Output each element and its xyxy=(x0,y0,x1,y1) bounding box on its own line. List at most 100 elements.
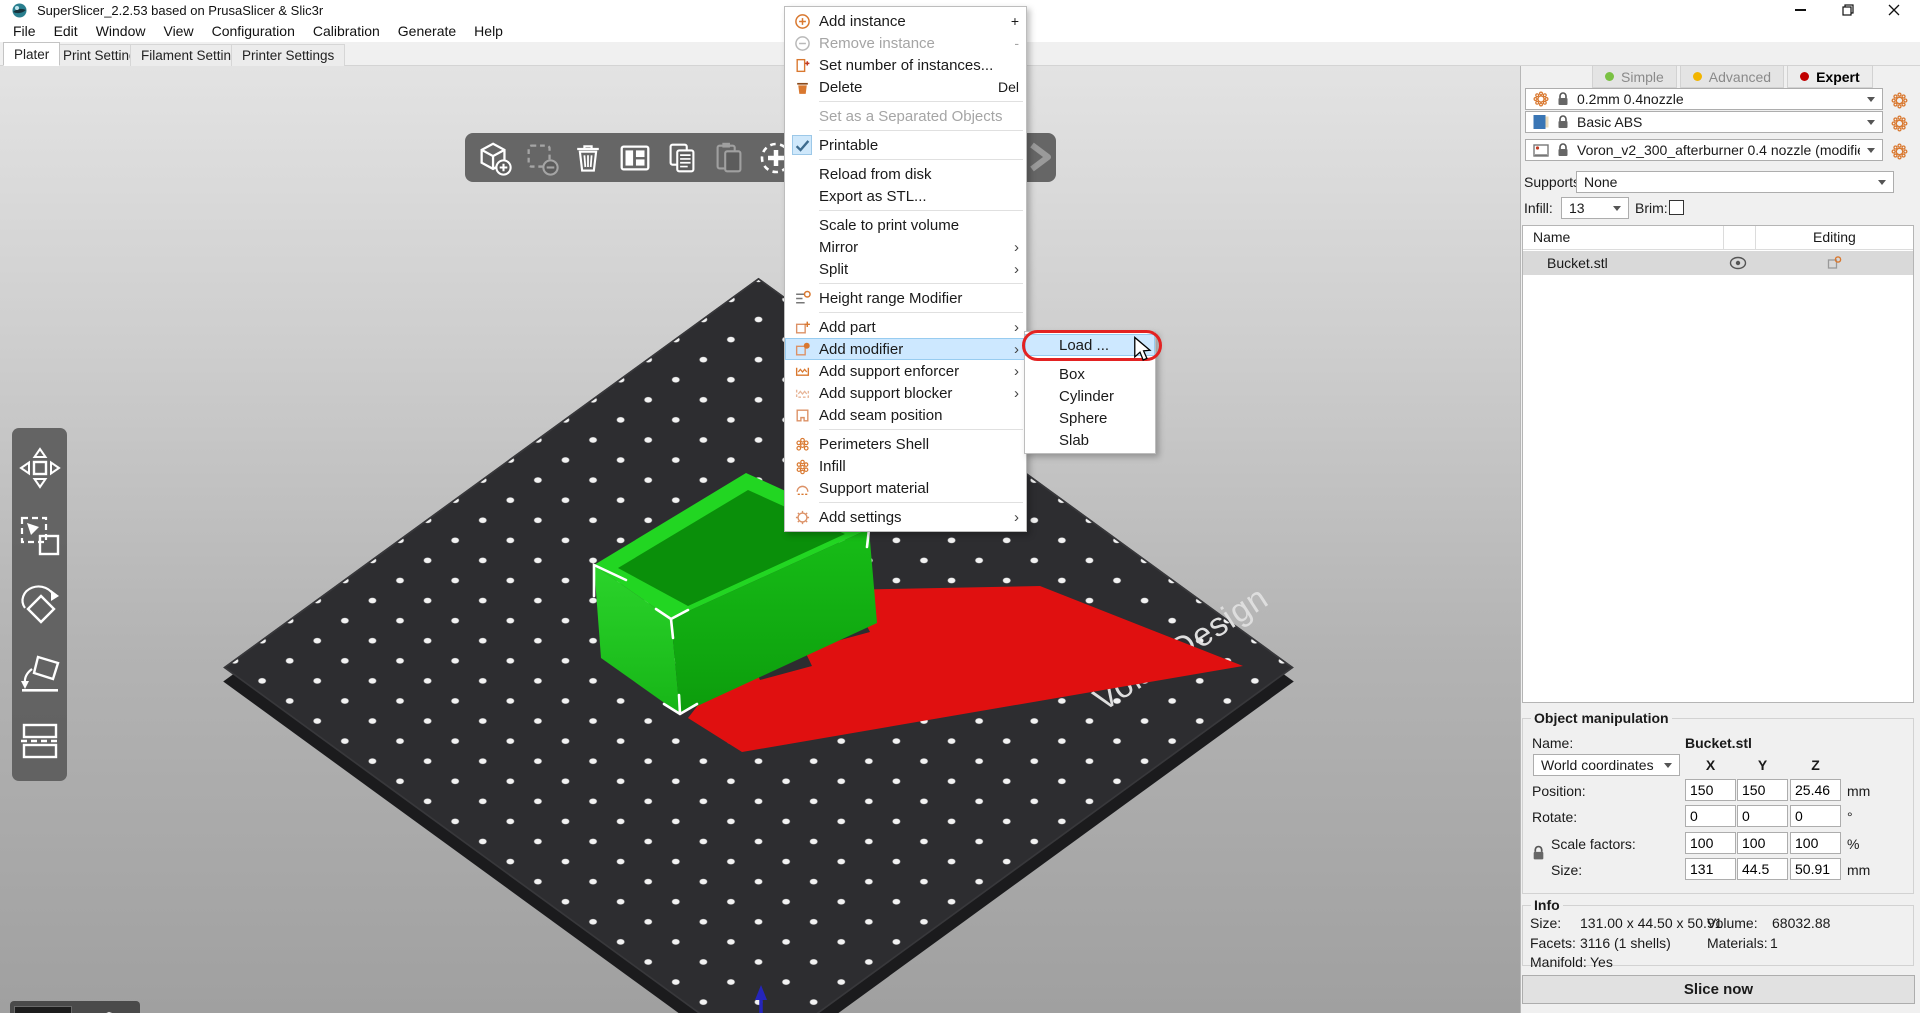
tab-printer-settings[interactable]: Printer Settings xyxy=(231,44,345,66)
size-x-field[interactable] xyxy=(1685,858,1736,880)
expert-mode-dot-icon xyxy=(1800,72,1809,81)
add-button[interactable] xyxy=(473,137,515,179)
scale-x-field[interactable] xyxy=(1685,832,1736,854)
menu-item-perimeters-shell[interactable]: Perimeters Shell xyxy=(785,433,1026,455)
menu-item-height-range-modifier[interactable]: Height range Modifier xyxy=(785,287,1026,309)
delete-all-button[interactable] xyxy=(567,137,609,179)
menu-edit[interactable]: Edit xyxy=(45,21,87,41)
menu-item-reload-from-disk[interactable]: Reload from disk xyxy=(785,163,1026,185)
menu-item-add-modifier[interactable]: Add modifier › xyxy=(785,338,1026,360)
right-sidebar: Simple Advanced Expert 0.2mm 0.4nozzle xyxy=(1520,66,1920,1013)
scale-y-field[interactable] xyxy=(1737,832,1788,854)
mode-expert-button[interactable]: Expert xyxy=(1787,65,1873,88)
object-list-header: Name Editing xyxy=(1523,226,1913,250)
size-info-value: 131.00 x 44.50 x 50.91 xyxy=(1580,915,1722,931)
size-y-field[interactable] xyxy=(1737,858,1788,880)
menu-help[interactable]: Help xyxy=(465,21,512,41)
printer-preset-select[interactable]: Voron_v2_300_afterburner 0.4 nozzle (mod… xyxy=(1525,139,1883,161)
remove-icon xyxy=(522,139,560,177)
rotate-y-field[interactable] xyxy=(1737,805,1788,827)
editor-view-button[interactable] xyxy=(14,1006,72,1013)
submenu-item-sphere[interactable]: Sphere xyxy=(1025,407,1155,429)
tab-plater[interactable]: Plater xyxy=(3,42,60,66)
scale-unit: % xyxy=(1847,836,1859,852)
position-z-field[interactable] xyxy=(1790,779,1841,801)
3d-viewport[interactable]: VoronDesign xyxy=(0,66,1520,1013)
menu-item-infill[interactable]: Infill xyxy=(785,455,1026,477)
menu-calibration[interactable]: Calibration xyxy=(304,21,389,41)
menu-item-scale-to-print-volume[interactable]: Scale to print volume xyxy=(785,214,1026,236)
chevron-down-icon xyxy=(1613,206,1621,211)
seam-icon xyxy=(785,407,819,424)
submenu-item-box[interactable]: Box xyxy=(1025,363,1155,385)
arrange-icon xyxy=(616,139,654,177)
preview-view-button[interactable] xyxy=(78,1006,136,1013)
printer-gear-button[interactable] xyxy=(1889,141,1909,161)
slice-now-button[interactable]: Slice now xyxy=(1522,975,1915,1004)
submenu-item-slab[interactable]: Slab xyxy=(1025,429,1155,451)
visibility-eye-icon[interactable] xyxy=(1729,256,1747,270)
menu-item-add-seam-position[interactable]: Add seam position xyxy=(785,404,1026,426)
menu-item-support-material[interactable]: Support material xyxy=(785,477,1026,499)
minimize-button[interactable] xyxy=(1778,0,1823,20)
remove-button[interactable] xyxy=(520,137,562,179)
superslicer-window: SuperSlicer_2.2.53 based on PrusaSlicer … xyxy=(0,0,1920,1013)
menu-generate[interactable]: Generate xyxy=(389,21,465,41)
scale-z-field[interactable] xyxy=(1790,832,1841,854)
menu-separator xyxy=(819,159,1023,160)
menu-item-mirror[interactable]: Mirror › xyxy=(785,236,1026,258)
menu-item-add-instance[interactable]: Add instance + xyxy=(785,10,1026,32)
menu-item-add-support-enforcer[interactable]: Add support enforcer › xyxy=(785,360,1026,382)
menu-file[interactable]: File xyxy=(4,21,45,41)
brim-checkbox[interactable] xyxy=(1669,200,1684,215)
menu-configuration[interactable]: Configuration xyxy=(203,21,304,41)
submenu-item-cylinder[interactable]: Cylinder xyxy=(1025,385,1155,407)
menu-item-split[interactable]: Split › xyxy=(785,258,1026,280)
close-button[interactable] xyxy=(1871,0,1916,20)
filament-gear-button[interactable] xyxy=(1889,113,1909,133)
mode-advanced-button[interactable]: Advanced xyxy=(1680,65,1784,88)
axis-x-header: X xyxy=(1685,757,1736,773)
menu-item-printable[interactable]: Printable xyxy=(785,134,1026,156)
mode-simple-button[interactable]: Simple xyxy=(1592,65,1677,88)
menu-item-export-as-stl[interactable]: Export as STL... xyxy=(785,185,1026,207)
infill-label: Infill: xyxy=(1524,200,1553,216)
rotate-tool-button[interactable] xyxy=(17,581,63,627)
editing-icon[interactable] xyxy=(1826,255,1842,271)
supports-select[interactable]: None xyxy=(1576,171,1894,193)
menu-item-set-instances[interactable]: Set number of instances... xyxy=(785,54,1026,76)
menu-item-add-part[interactable]: Add part › xyxy=(785,316,1026,338)
rotate-z-field[interactable] xyxy=(1790,805,1841,827)
chevron-down-icon xyxy=(1867,97,1875,102)
menu-window[interactable]: Window xyxy=(87,21,155,41)
menu-item-set-separated-objects[interactable]: Set as a Separated Objects xyxy=(785,105,1026,127)
uniform-scale-lock-icon[interactable] xyxy=(1531,844,1546,862)
size-z-field[interactable] xyxy=(1790,858,1841,880)
place-on-face-tool-button[interactable] xyxy=(17,650,63,696)
menu-item-add-support-blocker[interactable]: Add support blocker › xyxy=(785,382,1026,404)
rotate-x-field[interactable] xyxy=(1685,805,1736,827)
object-list: Name Editing Bucket.stl xyxy=(1522,225,1914,703)
cut-tool-button[interactable] xyxy=(17,718,63,764)
menu-item-add-settings[interactable]: Add settings › xyxy=(785,506,1026,528)
coordinates-select[interactable]: World coordinates xyxy=(1533,754,1680,776)
menu-item-delete[interactable]: Delete Del xyxy=(785,76,1026,98)
position-x-field[interactable] xyxy=(1685,779,1736,801)
support-blocker-icon xyxy=(785,385,819,402)
scale-tool-button[interactable] xyxy=(17,513,63,559)
arrange-button[interactable] xyxy=(614,137,656,179)
copy-button[interactable] xyxy=(661,137,703,179)
manifold-value: Yes xyxy=(1590,954,1613,970)
object-row-bucket[interactable]: Bucket.stl xyxy=(1523,251,1913,275)
move-tool-button[interactable] xyxy=(17,445,63,491)
menu-view[interactable]: View xyxy=(154,21,202,41)
filament-preset-select[interactable]: Basic ABS xyxy=(1525,111,1883,133)
paste-button[interactable] xyxy=(708,137,750,179)
maximize-button[interactable] xyxy=(1826,0,1871,20)
position-y-field[interactable] xyxy=(1737,779,1788,801)
infill-select[interactable]: 13 xyxy=(1561,197,1629,219)
print-settings-preset-select[interactable]: 0.2mm 0.4nozzle xyxy=(1525,88,1883,110)
print-settings-gear-button[interactable] xyxy=(1889,90,1909,110)
menu-item-remove-instance[interactable]: Remove instance - xyxy=(785,32,1026,54)
volume-label: Volume: xyxy=(1707,915,1758,931)
